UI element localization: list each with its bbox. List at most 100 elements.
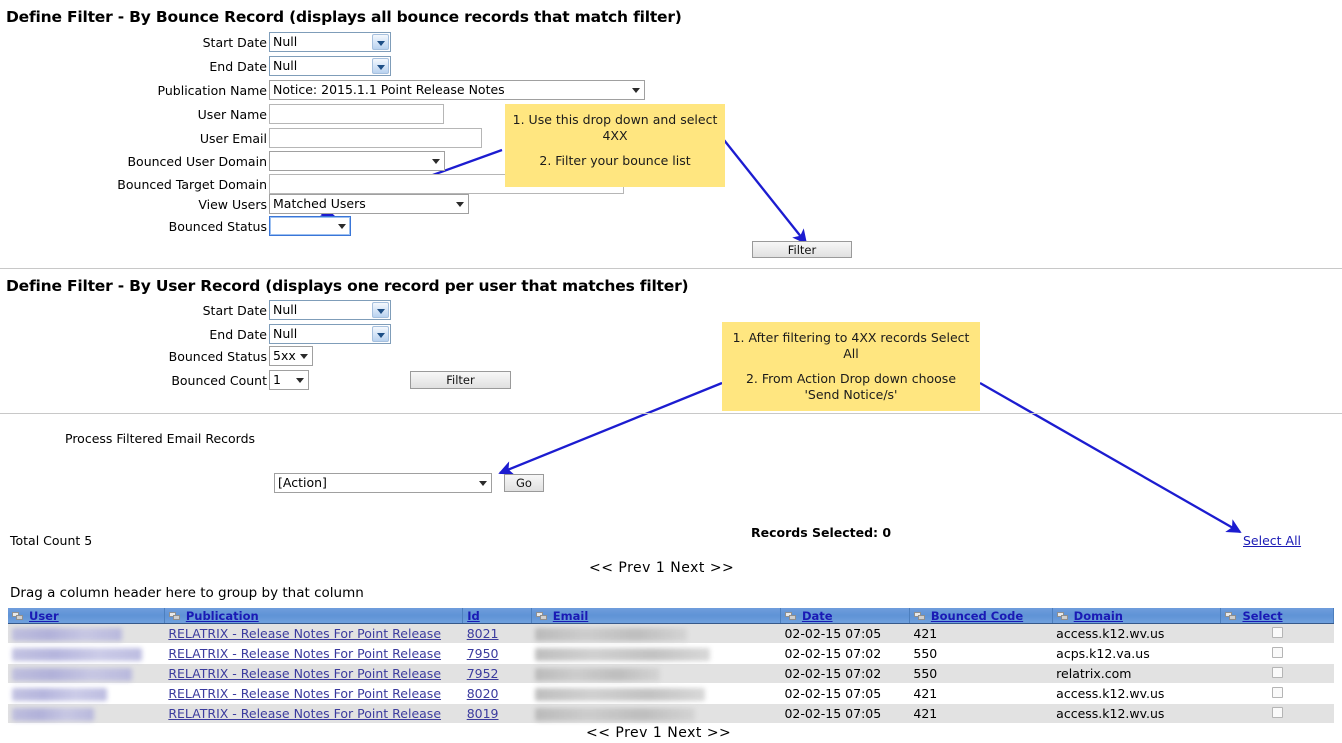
label-user-start-date: Start Date bbox=[202, 302, 267, 318]
row-user-start-date: Start Date Null bbox=[120, 300, 391, 320]
pager-bottom[interactable]: << Prev 1 Next >> bbox=[586, 725, 731, 741]
record-id-link[interactable]: 8019 bbox=[467, 706, 499, 721]
bounced-status-select[interactable] bbox=[269, 216, 351, 236]
records-selected: Records Selected: 0 bbox=[751, 525, 892, 540]
callout-one-line3: 2. Filter your bounce list bbox=[539, 153, 691, 168]
column-header-bounced-code-link[interactable]: Bounced Code bbox=[931, 609, 1023, 623]
cell-user bbox=[8, 643, 165, 664]
user-bounced-status-select[interactable]: 5xx bbox=[269, 346, 313, 366]
bounce-filter-button[interactable]: Filter bbox=[752, 241, 852, 258]
user-name-input[interactable] bbox=[269, 104, 444, 124]
publication-link[interactable]: RELATRIX - Release Notes For Point Relea… bbox=[168, 666, 441, 681]
record-id-link[interactable]: 8021 bbox=[467, 626, 499, 641]
label-bounced-user-domain: Bounced User Domain bbox=[127, 153, 267, 169]
publication-name-select[interactable]: Notice: 2015.1.1 Point Release Notes bbox=[269, 80, 645, 100]
table-row: RELATRIX - Release Notes For Point Relea… bbox=[8, 623, 1334, 644]
chevron-down-icon[interactable] bbox=[300, 354, 308, 359]
view-users-select[interactable]: Matched Users bbox=[269, 194, 469, 214]
bounced-user-domain-select[interactable] bbox=[269, 151, 445, 171]
row-select-checkbox[interactable] bbox=[1271, 647, 1283, 658]
column-header-select[interactable]: Select bbox=[1220, 608, 1334, 624]
publication-link[interactable]: RELATRIX - Release Notes For Point Relea… bbox=[168, 626, 441, 641]
redacted-user-name bbox=[12, 688, 107, 701]
row-bounced-user-domain: Bounced User Domain bbox=[100, 151, 445, 171]
redacted-email bbox=[535, 628, 688, 641]
column-header-user-link[interactable]: User bbox=[29, 609, 59, 623]
row-select-checkbox[interactable] bbox=[1271, 687, 1283, 698]
column-header-date[interactable]: Date bbox=[780, 608, 910, 624]
record-id-link[interactable]: 7952 bbox=[467, 666, 499, 681]
cell-email bbox=[531, 663, 781, 684]
cell-user bbox=[8, 703, 165, 724]
column-header-id-link[interactable]: Id bbox=[467, 609, 480, 623]
publication-link[interactable]: RELATRIX - Release Notes For Point Relea… bbox=[168, 686, 441, 701]
user-filter-button[interactable]: Filter bbox=[410, 371, 511, 389]
row-select-checkbox[interactable] bbox=[1271, 627, 1283, 638]
bounce-end-date-select[interactable]: Null bbox=[269, 56, 391, 76]
column-header-bounced-code[interactable]: Bounced Code bbox=[909, 608, 1053, 624]
column-header-id[interactable]: Id bbox=[462, 608, 532, 624]
table-row: RELATRIX - Release Notes For Point Relea… bbox=[8, 703, 1334, 724]
column-drag-icon bbox=[535, 611, 547, 621]
cell-bounced-code: 421 bbox=[909, 683, 1053, 704]
cell-email bbox=[531, 623, 781, 644]
cell-publication: RELATRIX - Release Notes For Point Relea… bbox=[164, 663, 463, 684]
label-bounced-target-domain: Bounced Target Domain bbox=[117, 176, 267, 192]
label-publication-name: Publication Name bbox=[157, 82, 267, 98]
row-user-name: User Name bbox=[120, 104, 444, 124]
chevron-down-icon[interactable] bbox=[372, 302, 389, 318]
chevron-down-icon[interactable] bbox=[372, 58, 389, 74]
label-end-date: End Date bbox=[209, 58, 267, 74]
cell-domain: acps.k12.va.us bbox=[1052, 643, 1221, 664]
column-header-select-link[interactable]: Select bbox=[1242, 609, 1282, 623]
record-id-link[interactable]: 8020 bbox=[467, 686, 499, 701]
action-value: [Action] bbox=[278, 475, 327, 490]
publication-link[interactable]: RELATRIX - Release Notes For Point Relea… bbox=[168, 706, 441, 721]
column-header-publication-link[interactable]: Publication bbox=[186, 609, 259, 623]
publication-link[interactable]: RELATRIX - Release Notes For Point Relea… bbox=[168, 646, 441, 661]
cell-user bbox=[8, 623, 165, 644]
column-header-user[interactable]: User bbox=[8, 608, 165, 624]
chevron-down-icon[interactable] bbox=[632, 88, 640, 93]
cell-email bbox=[531, 643, 781, 664]
column-header-domain[interactable]: Domain bbox=[1052, 608, 1222, 624]
chevron-down-icon[interactable] bbox=[338, 224, 346, 229]
redacted-user-name bbox=[12, 668, 132, 681]
user-end-date-select[interactable]: Null bbox=[269, 324, 391, 344]
callout-two-line1: 1. After filtering to 4XX records bbox=[732, 330, 927, 345]
bounce-records-page: Define Filter - By Bounce Record (displa… bbox=[0, 0, 1342, 743]
record-id-link[interactable]: 7950 bbox=[467, 646, 499, 661]
chevron-down-icon[interactable] bbox=[479, 481, 487, 486]
chevron-down-icon[interactable] bbox=[296, 378, 304, 383]
label-user-email: User Email bbox=[199, 130, 267, 146]
row-select-checkbox[interactable] bbox=[1271, 667, 1283, 678]
bounce-start-date-value: Null bbox=[273, 34, 298, 49]
callout-select-all: 1. After filtering to 4XX records Select… bbox=[722, 322, 980, 411]
chevron-down-icon[interactable] bbox=[372, 326, 389, 342]
bounced-count-select[interactable]: 1 bbox=[269, 370, 309, 390]
column-header-date-link[interactable]: Date bbox=[802, 609, 833, 623]
chevron-down-icon[interactable] bbox=[432, 159, 440, 164]
cell-select bbox=[1220, 703, 1334, 724]
row-publication-name: Publication Name Notice: 2015.1.1 Point … bbox=[120, 80, 645, 100]
bounce-start-date-select[interactable]: Null bbox=[269, 32, 391, 52]
column-drag-icon bbox=[1225, 611, 1237, 621]
user-start-date-select[interactable]: Null bbox=[269, 300, 391, 320]
go-button[interactable]: Go bbox=[504, 474, 544, 492]
action-select[interactable]: [Action] bbox=[274, 473, 492, 493]
select-all-link[interactable]: Select All bbox=[1243, 533, 1301, 548]
cell-select bbox=[1220, 643, 1334, 664]
bounce-filter-title: Define Filter - By Bounce Record (displa… bbox=[6, 8, 682, 26]
chevron-down-icon[interactable] bbox=[372, 34, 389, 50]
chevron-down-icon[interactable] bbox=[456, 202, 464, 207]
column-header-domain-link[interactable]: Domain bbox=[1074, 609, 1123, 623]
row-select-checkbox[interactable] bbox=[1271, 707, 1283, 718]
cell-date: 02-02-15 07:02 bbox=[780, 663, 910, 684]
user-email-input[interactable] bbox=[269, 128, 482, 148]
pager-top[interactable]: << Prev 1 Next >> bbox=[589, 560, 734, 576]
column-header-publication[interactable]: Publication bbox=[164, 608, 464, 624]
cell-id: 8021 bbox=[462, 623, 532, 644]
label-user-end-date: End Date bbox=[209, 326, 267, 342]
column-header-email-link[interactable]: Email bbox=[553, 609, 588, 623]
column-header-email[interactable]: Email bbox=[531, 608, 781, 624]
